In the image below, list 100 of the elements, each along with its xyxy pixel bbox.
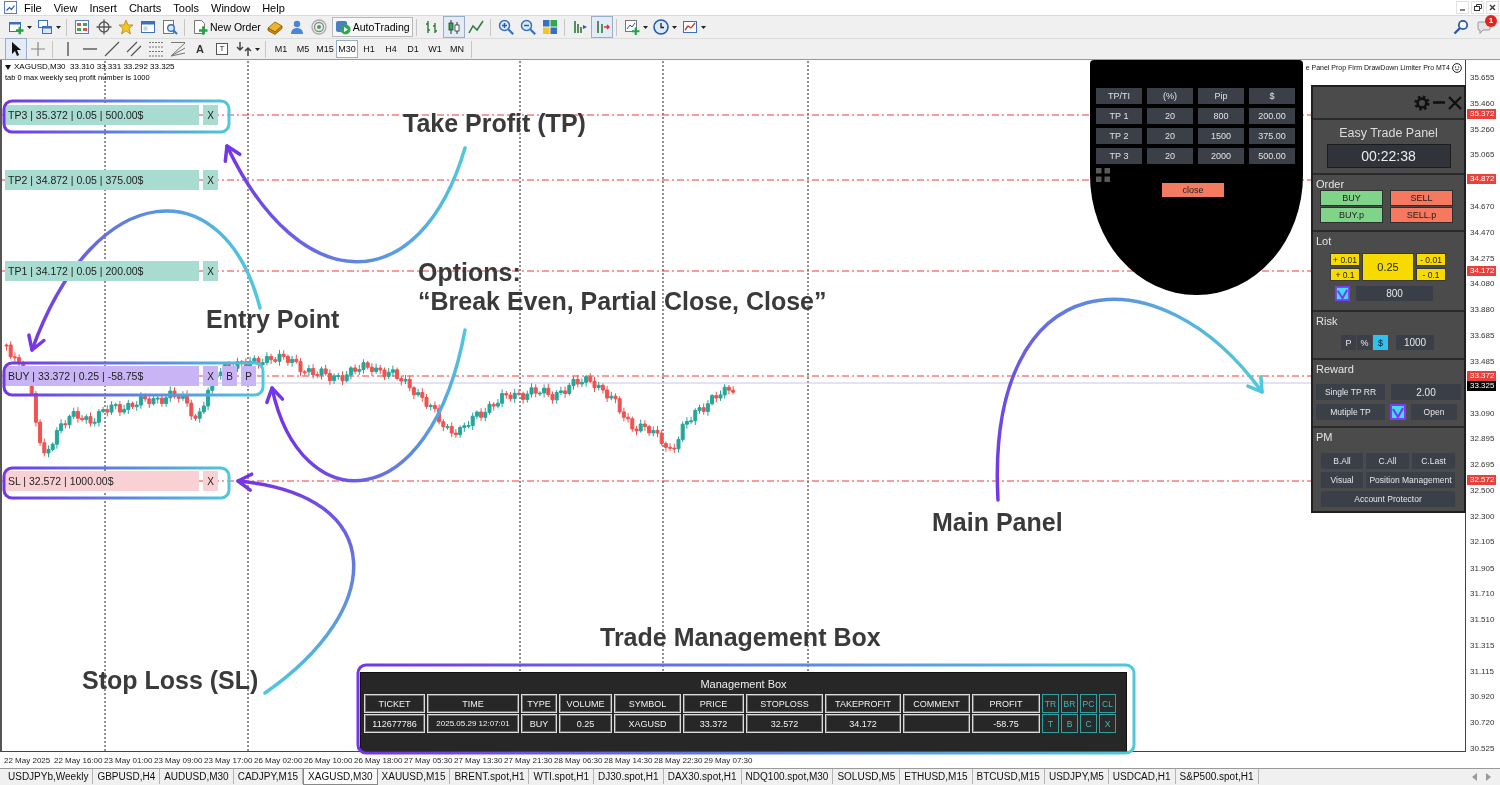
- checkbox[interactable]: [1335, 286, 1350, 301]
- menu-item[interactable]: Window: [205, 0, 257, 15]
- chat-icon[interactable]: [1477, 19, 1493, 35]
- chart-template-icon[interactable]: [681, 19, 698, 35]
- menu-item[interactable]: Help: [256, 0, 291, 15]
- window-icon[interactable]: [140, 19, 156, 35]
- chart-app-icon[interactable]: [4, 1, 17, 14]
- lot-decrease-button[interactable]: - 0.1: [1416, 268, 1446, 281]
- grid-squares-icon[interactable]: [1096, 168, 1110, 182]
- ratio-field[interactable]: 2.00: [1391, 384, 1461, 400]
- pm-button[interactable]: Position Management: [1366, 472, 1455, 488]
- candlestick-icon[interactable]: [442, 16, 465, 38]
- close-button[interactable]: X: [203, 261, 218, 281]
- action-button[interactable]: PC: [1080, 694, 1097, 713]
- symbol-tab[interactable]: XAGUSD,M30: [303, 769, 378, 785]
- risk-mode-button[interactable]: %: [1357, 335, 1372, 350]
- multiple-tp-button[interactable]: Mutiple TP: [1316, 404, 1385, 420]
- symbol-tab[interactable]: S&P500.spot,H1: [1175, 769, 1259, 784]
- line-chart-icon[interactable]: [467, 19, 484, 35]
- menu-item[interactable]: Insert: [83, 0, 123, 15]
- symbol-tab[interactable]: SOLUSD,M5: [833, 769, 901, 784]
- lot-decrease-button[interactable]: - 0.01: [1416, 253, 1446, 266]
- symbol-tab[interactable]: USDJPYb,Weekly: [4, 769, 94, 784]
- symbol-tab[interactable]: GBPUSD,H4: [93, 769, 161, 784]
- caret-icon[interactable]: [27, 25, 32, 29]
- action-button[interactable]: X: [1099, 714, 1116, 733]
- scroll-right-icon[interactable]: [1486, 773, 1491, 781]
- zoom-in-icon[interactable]: [497, 19, 514, 35]
- dashed-lines-icon[interactable]: [148, 41, 164, 57]
- single-tp-button[interactable]: Single TP RR: [1316, 384, 1385, 400]
- restore-icon[interactable]: [1471, 1, 1484, 14]
- action-button[interactable]: TR: [1042, 694, 1059, 713]
- search-icon[interactable]: [1453, 19, 1469, 35]
- action-button[interactable]: T: [1042, 714, 1059, 733]
- pm-button[interactable]: C.Last: [1412, 453, 1455, 469]
- arrows-icon[interactable]: [236, 41, 252, 57]
- grid-icon[interactable]: [541, 19, 558, 35]
- lot-increase-button[interactable]: + 0.1: [1330, 268, 1360, 281]
- windows-icon[interactable]: [37, 19, 53, 35]
- trendline-icon[interactable]: [104, 41, 120, 57]
- slab-icon[interactable]: [266, 19, 283, 35]
- symbol-tab[interactable]: ETHUSD,M15: [900, 769, 973, 784]
- timeframe-button[interactable]: D1: [402, 40, 424, 58]
- caret-icon[interactable]: [700, 25, 706, 29]
- pm-button[interactable]: B.All: [1321, 453, 1363, 469]
- auto-trading-button[interactable]: AutoTrading: [331, 17, 413, 37]
- action-button[interactable]: BR: [1061, 694, 1078, 713]
- concentric-circles-icon[interactable]: [310, 19, 327, 35]
- pm-button[interactable]: Account Protector: [1321, 491, 1455, 507]
- close-button[interactable]: X: [203, 366, 218, 386]
- bar-chart-icon[interactable]: [423, 19, 440, 35]
- timeframe-button[interactable]: H4: [380, 40, 402, 58]
- checkbox[interactable]: [1390, 404, 1406, 420]
- action-button[interactable]: CL: [1099, 694, 1116, 713]
- menu-item[interactable]: File: [18, 0, 48, 15]
- buy-button[interactable]: BUY.p: [1320, 207, 1383, 223]
- cursor-icon[interactable]: [5, 38, 27, 60]
- lot-increase-button[interactable]: + 0.01: [1330, 253, 1360, 266]
- close-button[interactable]: X: [203, 170, 218, 190]
- smiley-icon[interactable]: [1452, 63, 1462, 73]
- menu-item[interactable]: View: [47, 0, 84, 15]
- symbol-tab[interactable]: NDQ100.spot,M30: [741, 769, 834, 784]
- fan-lines-icon[interactable]: [170, 41, 186, 57]
- magnifier-document-icon[interactable]: [162, 19, 178, 35]
- person-icon[interactable]: [288, 19, 305, 35]
- parallel-lines-icon[interactable]: [126, 41, 142, 57]
- sell-button[interactable]: SELL: [1390, 190, 1453, 206]
- lot-value-field[interactable]: 0.25: [1362, 253, 1414, 281]
- bars-marker-icon[interactable]: [571, 19, 588, 35]
- timeframe-button[interactable]: H1: [358, 40, 380, 58]
- crosshair-icon[interactable]: [96, 19, 112, 35]
- symbol-tab[interactable]: DAX30.spot,H1: [663, 769, 742, 784]
- pm-button[interactable]: C.All: [1366, 453, 1409, 469]
- close-button[interactable]: close: [1162, 183, 1224, 197]
- symbol-tab[interactable]: USDCAD,H1: [1108, 769, 1176, 784]
- partial-close-button[interactable]: P: [241, 366, 256, 386]
- close-button[interactable]: X: [203, 105, 218, 125]
- timeframe-button[interactable]: M1: [270, 40, 292, 58]
- risk-mode-button[interactable]: $: [1373, 335, 1388, 350]
- action-button[interactable]: B: [1061, 714, 1078, 733]
- action-button[interactable]: C: [1080, 714, 1097, 733]
- pm-button[interactable]: Visual: [1321, 472, 1363, 488]
- symbol-tab[interactable]: XAUUSD,M15: [377, 769, 451, 784]
- caret-icon[interactable]: [642, 25, 648, 29]
- menu-item[interactable]: Charts: [122, 0, 168, 15]
- text-tool-button[interactable]: A: [192, 41, 208, 57]
- list-window-icon[interactable]: [74, 19, 90, 35]
- menu-item[interactable]: Tools: [167, 0, 205, 15]
- symbol-tab[interactable]: BRENT.spot,H1: [450, 769, 530, 784]
- symbol-tab[interactable]: DJ30.spot,H1: [594, 769, 664, 784]
- window-plus-icon[interactable]: [8, 19, 24, 35]
- close-button[interactable]: X: [203, 471, 218, 491]
- clock-icon[interactable]: [652, 19, 669, 35]
- text-label-button[interactable]: T: [216, 43, 228, 55]
- zoom-out-icon[interactable]: [519, 19, 536, 35]
- timeframe-button[interactable]: MN: [446, 40, 468, 58]
- chart-plus-icon[interactable]: [623, 19, 640, 35]
- star-icon[interactable]: [118, 19, 134, 35]
- timeframe-button[interactable]: M30: [336, 40, 358, 58]
- caret-icon[interactable]: [671, 25, 677, 29]
